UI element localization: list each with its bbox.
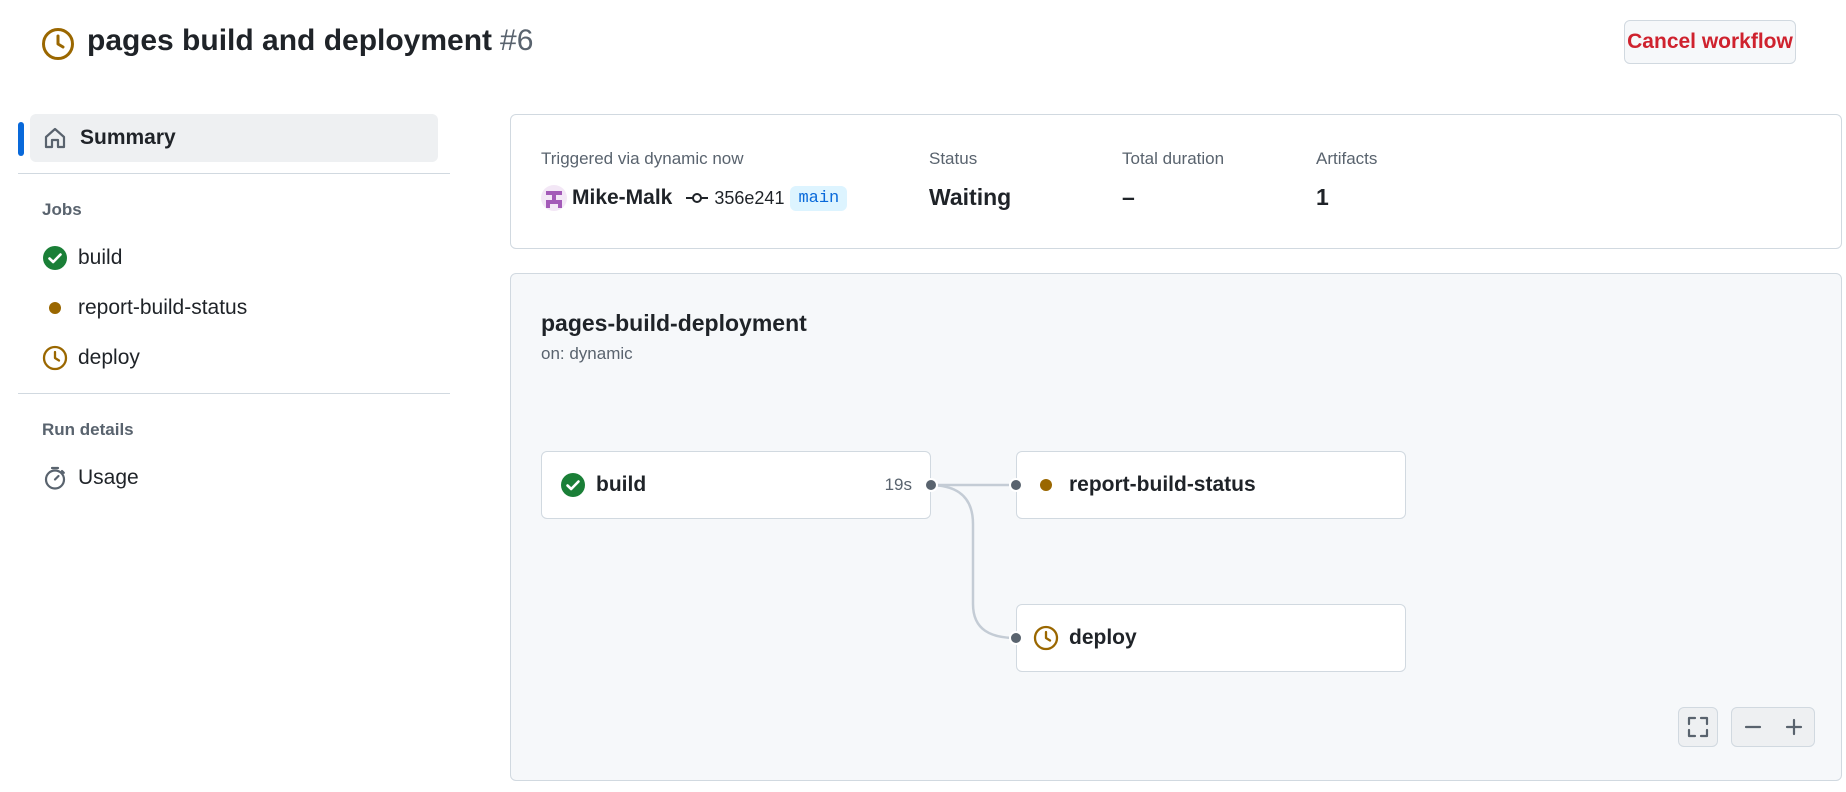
sidebar-item-label: Usage	[78, 466, 139, 489]
input-connector	[1009, 478, 1023, 492]
job-name: deploy	[1069, 626, 1137, 649]
clock-icon	[1033, 625, 1059, 651]
job-name: build	[596, 473, 647, 496]
sidebar-item-label: report-build-status	[78, 296, 248, 319]
output-connector	[924, 478, 938, 492]
branch-badge[interactable]: main	[790, 185, 848, 211]
jobs-heading: Jobs	[42, 200, 82, 219]
actor-row: Mike-Malk 356e241 main	[541, 185, 848, 211]
run-summary-card: Triggered via dynamic now Mike-Malk 356e…	[510, 114, 1842, 249]
job-node-build[interactable]: build 19s	[541, 451, 931, 519]
zoom-controls	[1731, 707, 1815, 747]
sidebar-item-label: Summary	[80, 126, 176, 149]
cancel-workflow-button[interactable]: Cancel workflow	[1624, 20, 1796, 64]
run-number: #6	[500, 24, 534, 57]
active-indicator	[18, 122, 24, 156]
check-circle-icon	[561, 473, 585, 497]
sidebar-item-label: deploy	[78, 346, 140, 369]
in-progress-dot-icon	[1033, 472, 1059, 498]
run-details-heading: Run details	[42, 420, 134, 439]
plus-icon	[1785, 718, 1802, 736]
check-circle-icon	[43, 246, 67, 270]
edge-build-deploy	[928, 483, 1017, 640]
artifacts-value[interactable]: 1	[1316, 184, 1329, 211]
divider	[18, 393, 450, 394]
fullscreen-button[interactable]	[1678, 707, 1718, 747]
page-header: pages build and deployment #6 Cancel work…	[0, 0, 1846, 90]
sidebar-item-label: build	[78, 246, 123, 269]
avatar[interactable]	[541, 185, 567, 211]
status-label: Status	[929, 149, 978, 168]
sidebar-item-deploy[interactable]: deploy	[42, 340, 140, 376]
zoom-in-button[interactable]	[1773, 708, 1814, 746]
sidebar-item-report-build-status[interactable]: report-build-status	[42, 290, 247, 326]
commit-link[interactable]: 356e241	[686, 188, 784, 209]
duration-label: Total duration	[1122, 149, 1225, 168]
zoom-out-button[interactable]	[1732, 708, 1773, 746]
duration-value: –	[1122, 184, 1135, 210]
status-value: Waiting	[929, 184, 1012, 210]
sidebar-item-summary[interactable]: Summary	[30, 114, 438, 162]
job-duration: 19s	[884, 475, 912, 494]
sidebar-item-usage[interactable]: Usage	[42, 460, 139, 496]
fullscreen-icon	[1687, 716, 1709, 738]
input-connector	[1009, 631, 1023, 645]
workflow-graph: pages-build-deployment on: dynamic build…	[510, 273, 1842, 781]
trigger-label: Triggered via dynamic now	[541, 149, 744, 168]
identicon-icon	[546, 191, 562, 208]
git-commit-icon	[686, 193, 709, 203]
page-title: pages build and deployment #6	[87, 24, 533, 58]
actor-link[interactable]: Mike-Malk	[572, 186, 672, 210]
job-node-report-build-status[interactable]: report-build-status	[1016, 451, 1406, 519]
clock-icon	[42, 28, 74, 60]
home-icon	[44, 127, 66, 149]
divider	[18, 173, 450, 174]
minus-icon	[1744, 725, 1761, 729]
workflow-title: pages build and deployment	[87, 24, 493, 57]
in-progress-dot-icon	[42, 295, 68, 321]
stopwatch-icon	[44, 466, 66, 490]
job-node-deploy[interactable]: deploy	[1016, 604, 1406, 672]
clock-icon	[42, 345, 68, 371]
artifacts-label: Artifacts	[1316, 149, 1378, 168]
commit-sha: 356e241	[714, 187, 785, 208]
graph-edges	[928, 483, 1017, 640]
sidebar-item-build[interactable]: build	[42, 240, 122, 276]
job-name: report-build-status	[1069, 473, 1256, 496]
